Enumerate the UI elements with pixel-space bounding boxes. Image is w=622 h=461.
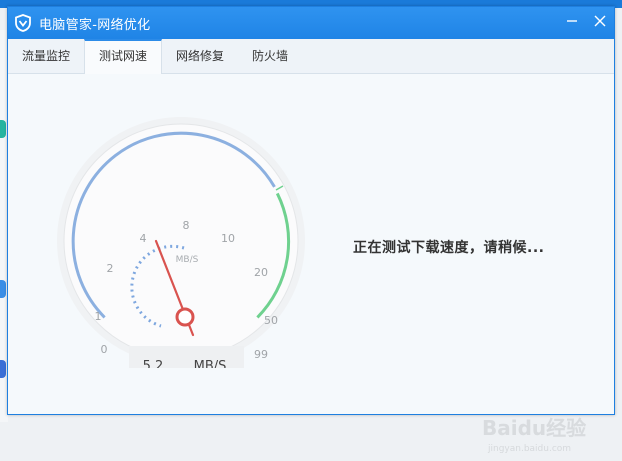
tick-label: 8 <box>183 219 190 232</box>
speed-test-panel: 0 1 2 4 8 10 20 50 99 MB/S 5.2 MB/S 正在测试… <box>8 74 614 454</box>
shield-logo-icon <box>15 14 33 32</box>
gauge-hub <box>175 307 195 327</box>
background-icon <box>0 120 6 138</box>
tab-network-repair[interactable]: 网络修复 <box>162 40 238 73</box>
test-status-text: 正在测试下载速度，请稍候... <box>353 240 545 256</box>
speed-readout-value: 5.2 <box>143 359 164 368</box>
tick-label: 1 <box>95 310 102 323</box>
tick-label: 20 <box>254 266 268 279</box>
tick-label: 50 <box>264 314 278 327</box>
tick-label: 0 <box>101 343 108 356</box>
tick-label: 99 <box>254 348 268 361</box>
close-icon[interactable] <box>592 13 608 29</box>
window-title: 电脑管家-网络优化 <box>39 17 151 33</box>
speed-gauge: 0 1 2 4 8 10 20 50 99 MB/S 5.2 MB/S <box>54 114 308 376</box>
tab-firewall[interactable]: 防火墙 <box>238 40 302 73</box>
minimize-icon[interactable] <box>564 13 580 29</box>
network-optimizer-window: 电脑管家-网络优化 流量监控 测试网速 网络修复 防火墙 0 1 2 4 8 1… <box>7 6 615 454</box>
tick-label: 4 <box>140 232 147 245</box>
watermark-brand: Baidu经验 <box>482 416 586 440</box>
watermark-url: jingyan.baidu.com <box>487 444 571 454</box>
background-icon <box>0 280 6 298</box>
tab-speed-test[interactable]: 测试网速 <box>84 39 163 74</box>
speed-readout-unit: MB/S <box>194 359 227 368</box>
gauge-unit-label: MB/S <box>176 255 199 265</box>
tab-bar: 流量监控 测试网速 网络修复 防火墙 <box>8 39 614 74</box>
tab-traffic-monitor[interactable]: 流量监控 <box>8 40 84 73</box>
tick-label: 2 <box>107 262 114 275</box>
watermark: Baidu经验 jingyan.baidu.com <box>478 407 618 461</box>
title-bar[interactable]: 电脑管家-网络优化 <box>8 7 614 39</box>
tick-label: 10 <box>221 232 235 245</box>
background-icon <box>0 360 6 378</box>
